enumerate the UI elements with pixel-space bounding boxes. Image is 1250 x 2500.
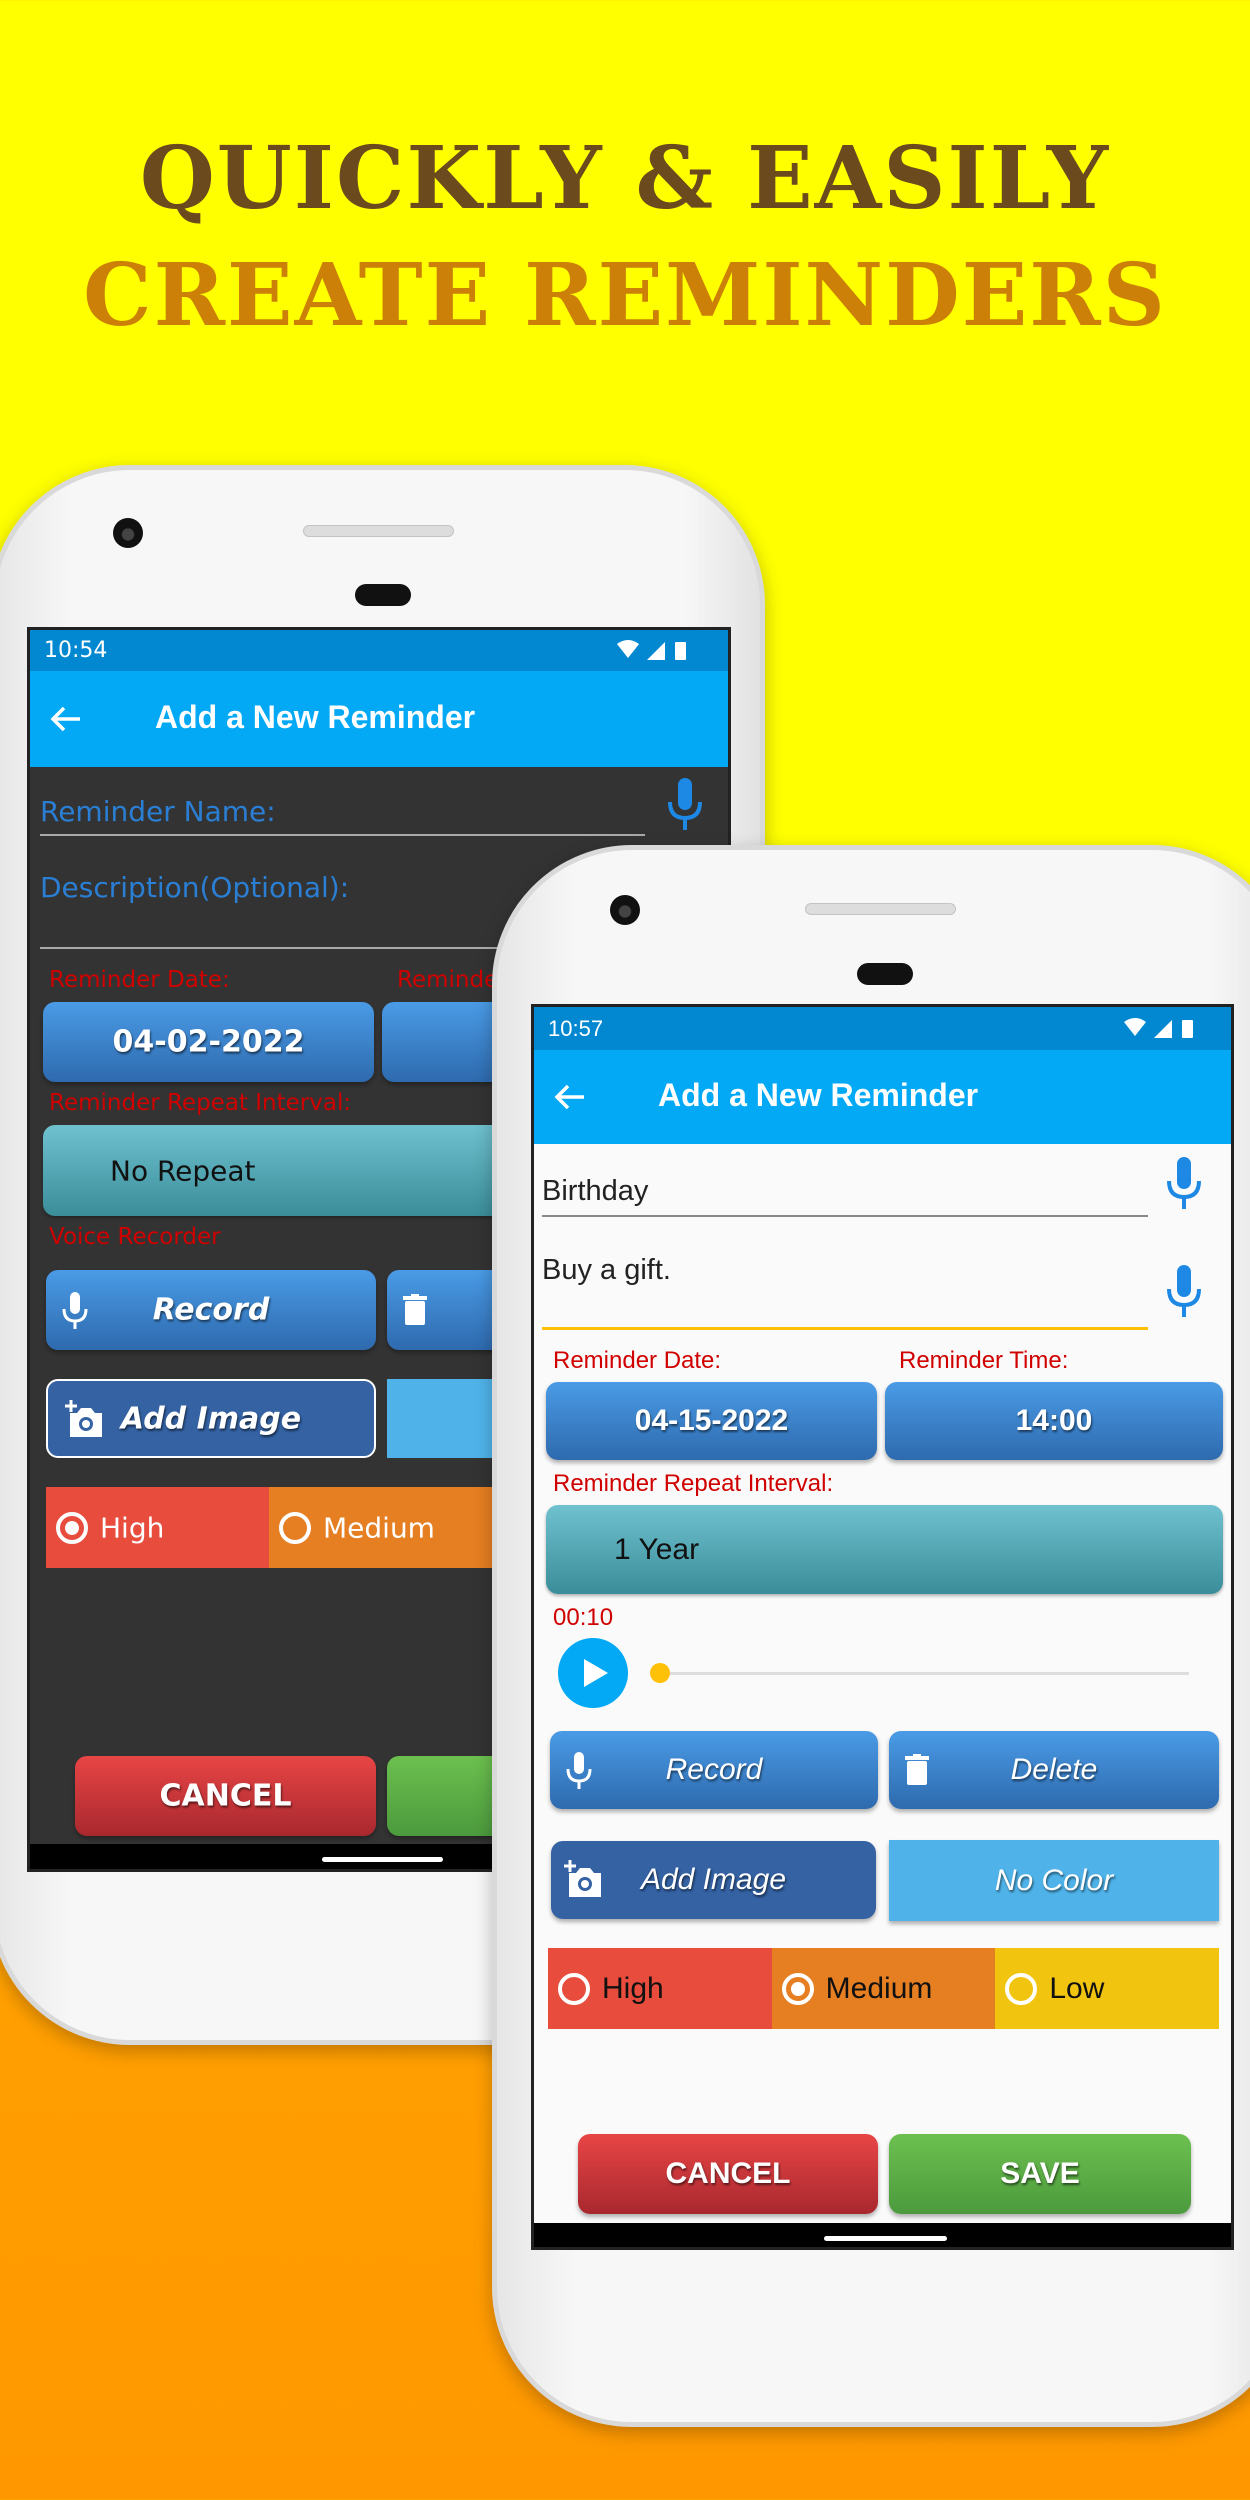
camera bbox=[113, 518, 143, 548]
play-icon bbox=[584, 1659, 608, 1687]
date-label: Reminder Date: bbox=[553, 1347, 722, 1374]
app-bar: Add a New Reminder bbox=[30, 671, 728, 767]
front-phone-screen: 10:57 Add a New Reminder Birthday Buy a … bbox=[531, 1004, 1234, 2250]
arrow-left-icon[interactable] bbox=[554, 1083, 586, 1111]
delete-label: Delete bbox=[1010, 1753, 1098, 1786]
microphone-icon[interactable] bbox=[1166, 1265, 1202, 1319]
add-image-button[interactable]: Add Image bbox=[46, 1379, 376, 1458]
date-value: 04-02-2022 bbox=[112, 1024, 305, 1060]
status-time: 10:54 bbox=[44, 638, 108, 663]
priority-label: Medium bbox=[825, 1971, 933, 2005]
home-gesture-pill[interactable] bbox=[322, 1857, 443, 1862]
priority-medium[interactable]: Medium bbox=[771, 1948, 996, 2029]
cancel-label: CANCEL bbox=[665, 2157, 791, 2190]
arrow-left-icon[interactable] bbox=[50, 705, 82, 733]
color-label: No Color bbox=[994, 1863, 1114, 1897]
voice-recorder-label: Voice Recorder bbox=[49, 1224, 221, 1250]
reminder-name-input[interactable]: Reminder Name: bbox=[40, 795, 276, 828]
headline-line-1: QUICKLY & EASILY bbox=[139, 128, 1111, 229]
radio-button[interactable] bbox=[56, 1511, 88, 1544]
speaker-grill bbox=[303, 525, 454, 537]
date-value: 04-15-2022 bbox=[634, 1404, 789, 1437]
date-button[interactable]: 04-02-2022 bbox=[43, 1002, 374, 1082]
priority-radio-group: High Medium Low bbox=[548, 1948, 1220, 2029]
priority-label: High bbox=[602, 1971, 664, 2005]
priority-high[interactable]: High bbox=[548, 1948, 772, 2029]
radio-button[interactable] bbox=[1005, 1972, 1038, 2005]
priority-label: High bbox=[100, 1511, 165, 1544]
status-icons bbox=[1124, 1018, 1193, 1038]
microphone-icon[interactable] bbox=[1166, 1157, 1202, 1211]
microphone-icon[interactable] bbox=[667, 778, 703, 832]
priority-medium[interactable]: Medium bbox=[269, 1487, 492, 1568]
status-bar: 10:54 bbox=[30, 630, 728, 671]
earpiece bbox=[857, 963, 913, 985]
record-button[interactable]: Record bbox=[46, 1270, 376, 1350]
repeat-value: No Repeat bbox=[110, 1154, 256, 1187]
radio-button[interactable] bbox=[781, 1972, 814, 2005]
description-focus-underline bbox=[542, 1327, 1148, 1330]
name-underline bbox=[40, 834, 645, 836]
app-bar-title: Add a New Reminder bbox=[658, 1077, 979, 1113]
earpiece bbox=[355, 584, 411, 606]
date-button[interactable]: 04-15-2022 bbox=[546, 1382, 877, 1460]
navigation-bar bbox=[534, 2223, 1231, 2247]
play-button[interactable] bbox=[558, 1638, 628, 1708]
app-bar: Add a New Reminder bbox=[534, 1050, 1231, 1144]
record-label: Record bbox=[665, 1753, 763, 1786]
camera bbox=[610, 895, 640, 925]
color-button[interactable]: No Color bbox=[889, 1840, 1219, 1921]
record-button[interactable]: Record bbox=[550, 1731, 878, 1809]
status-icons bbox=[617, 640, 686, 660]
trash-icon bbox=[403, 1294, 427, 1325]
add-image-label: Add Image bbox=[120, 1401, 302, 1436]
description-input[interactable]: Buy a gift. bbox=[542, 1254, 671, 1287]
save-label: SAVE bbox=[1000, 2157, 1080, 2190]
priority-low[interactable]: Low bbox=[995, 1948, 1220, 2029]
time-label: Reminder Time: bbox=[899, 1347, 1069, 1374]
status-bar: 10:57 bbox=[534, 1007, 1231, 1050]
repeat-value: 1 Year bbox=[614, 1532, 700, 1566]
radio-button[interactable] bbox=[279, 1511, 311, 1544]
seek-thumb[interactable] bbox=[650, 1663, 670, 1683]
reminder-name-input[interactable]: Birthday bbox=[542, 1175, 648, 1208]
app-bar-title: Add a New Reminder bbox=[155, 699, 476, 735]
headline-line-2: CREATE REMINDERS bbox=[83, 245, 1167, 346]
repeat-label: Reminder Repeat Interval: bbox=[49, 1090, 352, 1116]
cancel-button[interactable]: CANCEL bbox=[75, 1756, 376, 1836]
priority-label: Low bbox=[1049, 1971, 1105, 2005]
record-label: Record bbox=[152, 1292, 270, 1328]
time-value: 14:00 bbox=[1015, 1404, 1093, 1437]
repeat-label: Reminder Repeat Interval: bbox=[553, 1470, 834, 1497]
add-image-button[interactable]: Add Image bbox=[551, 1841, 876, 1919]
delete-button[interactable]: Delete bbox=[889, 1731, 1219, 1809]
add-image-label: Add Image bbox=[640, 1863, 787, 1896]
priority-high[interactable]: High bbox=[46, 1487, 269, 1568]
cancel-button[interactable]: CANCEL bbox=[578, 2134, 878, 2214]
description-input[interactable]: Description(Optional): bbox=[40, 871, 349, 904]
speaker-grill bbox=[805, 903, 956, 915]
home-gesture-pill[interactable] bbox=[824, 2236, 947, 2241]
name-underline bbox=[542, 1215, 1148, 1217]
cancel-label: CANCEL bbox=[159, 1778, 292, 1814]
repeat-interval-select[interactable]: 1 Year bbox=[546, 1505, 1223, 1594]
audio-duration: 00:10 bbox=[553, 1604, 614, 1631]
radio-button[interactable] bbox=[558, 1972, 590, 2005]
priority-label: Medium bbox=[323, 1511, 435, 1544]
time-button[interactable]: 14:00 bbox=[885, 1382, 1223, 1460]
save-button[interactable]: SAVE bbox=[889, 2134, 1191, 2214]
status-time: 10:57 bbox=[548, 1016, 604, 1041]
audio-seek-bar[interactable] bbox=[660, 1672, 1189, 1675]
date-label: Reminder Date: bbox=[49, 967, 230, 993]
